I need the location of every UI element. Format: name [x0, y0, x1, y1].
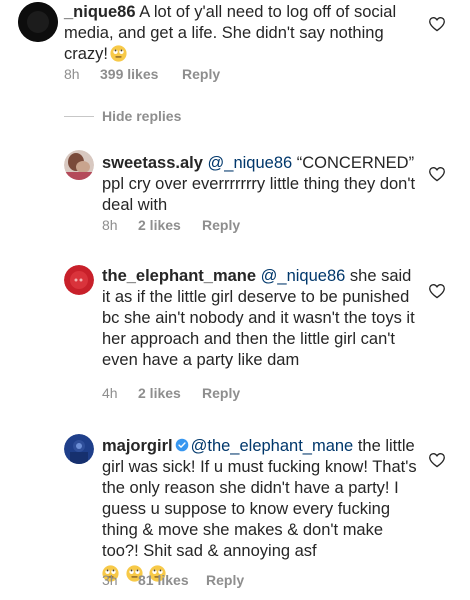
comment-time: 8h	[64, 66, 80, 82]
likes-count[interactable]: 2 likes	[138, 217, 202, 233]
likes-count[interactable]: 2 likes	[138, 385, 202, 401]
comment-text: _nique86 A lot of y'all need to log off …	[64, 2, 414, 65]
mention-link[interactable]: @the_elephant_mane	[191, 437, 354, 455]
username[interactable]: majorgirl	[102, 437, 173, 455]
comment-meta: 8h 2 likes Reply	[102, 217, 240, 233]
heart-outline-icon[interactable]	[428, 166, 446, 182]
comment-meta: 3h 81 likes Reply	[102, 572, 244, 588]
avatar[interactable]	[64, 265, 94, 295]
comment-text: majorgirl @the_elephant_mane the little g…	[102, 436, 420, 585]
likes-count[interactable]: 399 likes	[100, 66, 182, 82]
divider-line	[64, 115, 94, 117]
comment-body: the little girl was sick! If u must fuck…	[102, 437, 417, 560]
verified-badge-icon	[175, 438, 188, 452]
rolling-eyes-emoji	[110, 45, 127, 62]
username[interactable]: _nique86	[64, 3, 136, 21]
avatar[interactable]	[64, 150, 94, 180]
comment-text: the_elephant_mane @_nique86 she said it …	[102, 266, 420, 371]
mention-link[interactable]: @_nique86	[261, 267, 346, 285]
comment-time: 8h	[102, 217, 118, 233]
comment-text: sweetass.aly @_nique86 “CONCERNED” ppl c…	[102, 153, 422, 216]
likes-count[interactable]: 81 likes	[138, 572, 206, 588]
hide-replies-label: Hide replies	[102, 108, 182, 124]
avatar[interactable]	[18, 2, 58, 42]
mention-link[interactable]: @_nique86	[208, 154, 293, 172]
reply-button[interactable]: Reply	[182, 66, 220, 82]
hide-replies-button[interactable]: Hide replies	[64, 108, 181, 124]
comment-time: 3h	[102, 572, 118, 588]
comment-meta: 4h 2 likes Reply	[102, 385, 240, 401]
heart-outline-icon[interactable]	[428, 452, 446, 468]
heart-outline-icon[interactable]	[428, 16, 446, 32]
reply-button[interactable]: Reply	[202, 217, 240, 233]
username[interactable]: sweetass.aly	[102, 154, 203, 172]
comment-meta: 8h 399 likes Reply	[64, 66, 220, 82]
avatar[interactable]	[64, 434, 94, 464]
comment-time: 4h	[102, 385, 118, 401]
reply-button[interactable]: Reply	[206, 572, 244, 588]
reply-button[interactable]: Reply	[202, 385, 240, 401]
username[interactable]: the_elephant_mane	[102, 267, 256, 285]
heart-outline-icon[interactable]	[428, 283, 446, 299]
